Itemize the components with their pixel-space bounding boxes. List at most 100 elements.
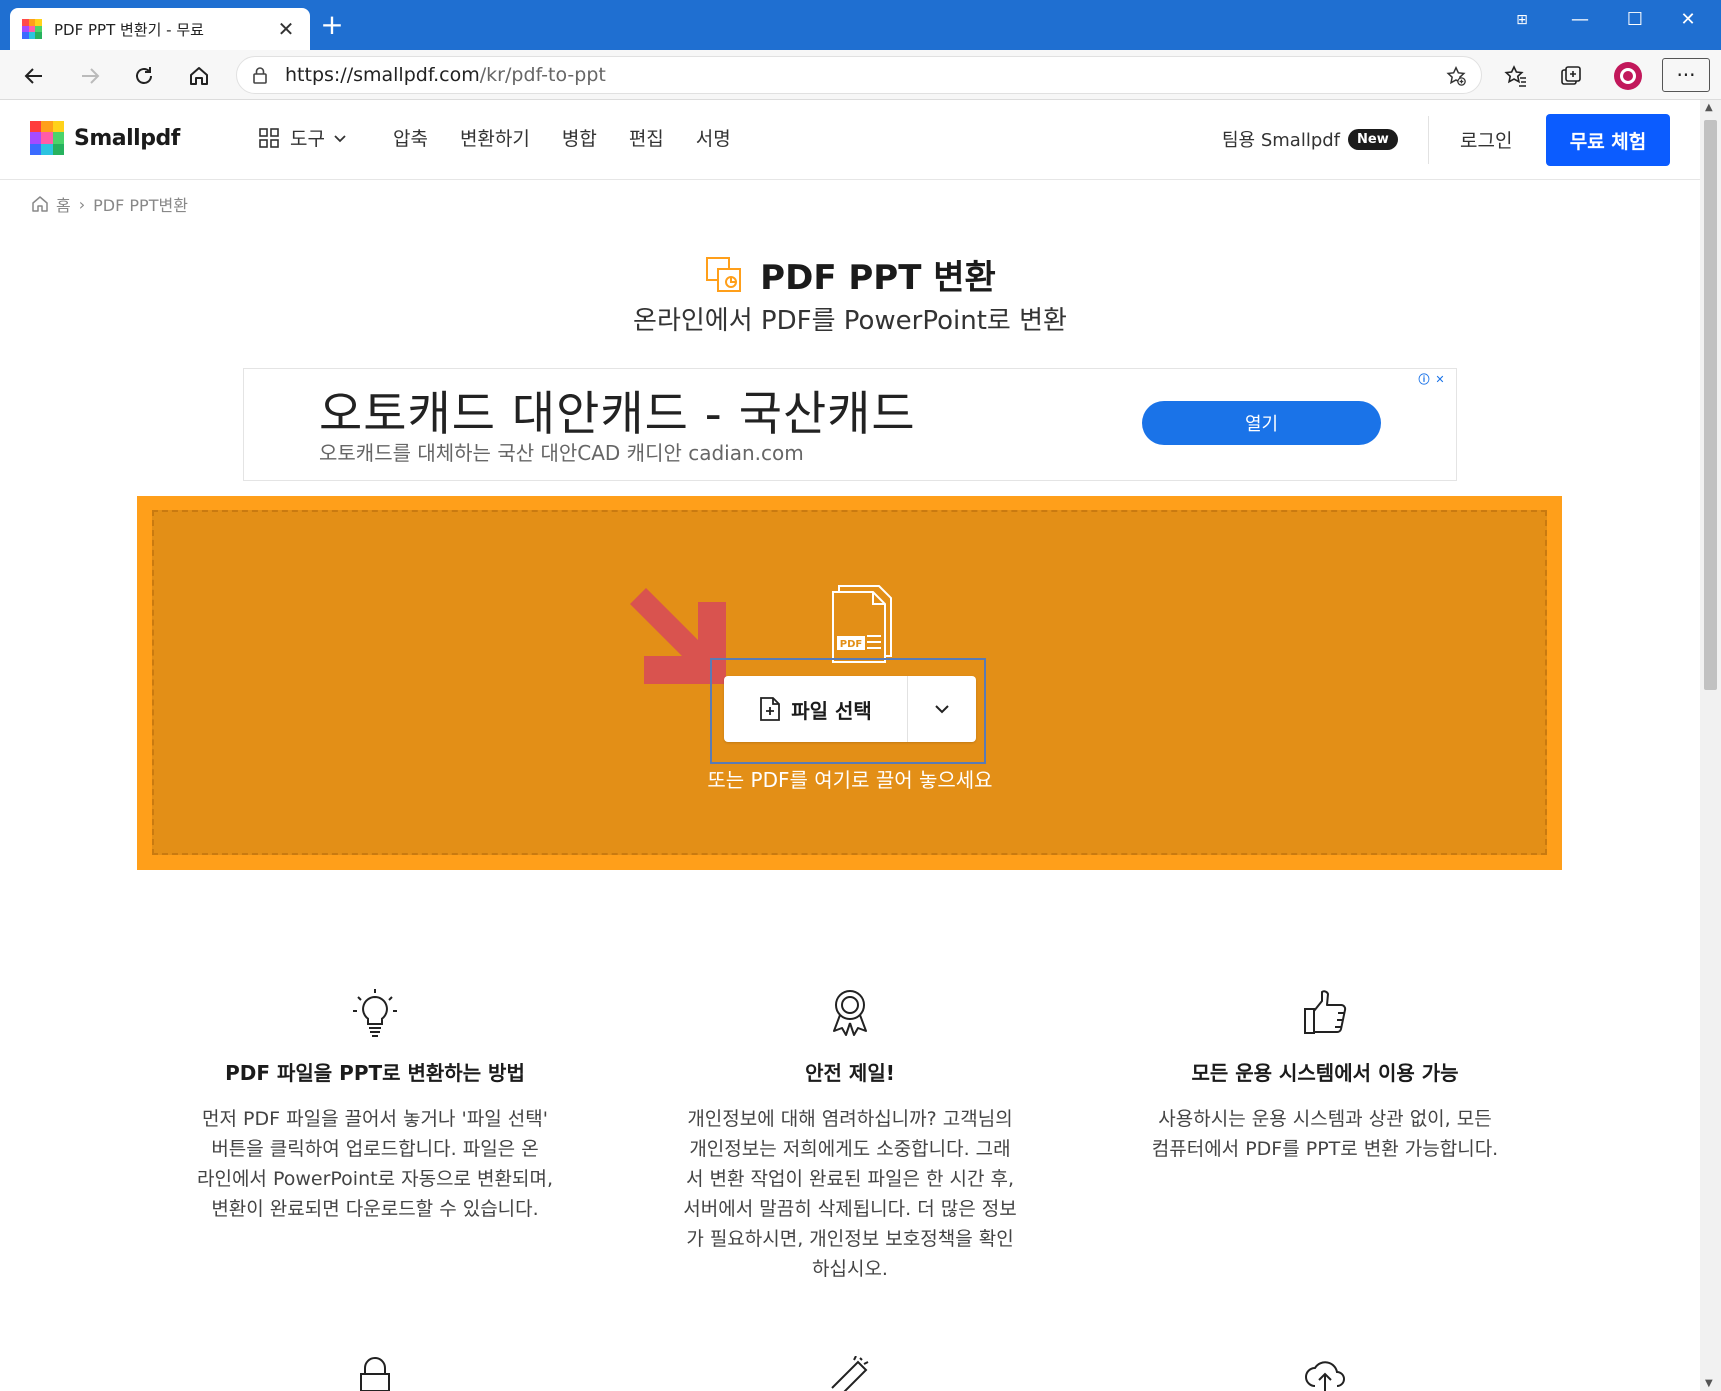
url-host: https://smallpdf.com xyxy=(285,64,480,86)
lock-icon xyxy=(360,1357,390,1391)
browser-titlebar: PDF PPT 변환기 - 무료 ✕ + ⊞ — ☐ ✕ xyxy=(0,0,1721,50)
login-link[interactable]: 로그인 xyxy=(1460,126,1512,153)
browser-tab[interactable]: PDF PPT 변환기 - 무료 ✕ xyxy=(10,8,310,50)
feature-title: 안전 제일! xyxy=(805,1061,895,1085)
site-header: Smallpdf 도구 압축 변환하기 병합 편집 서명 팀용 Smallpdf… xyxy=(0,100,1700,180)
page-title-row: PDF PPT 변환 xyxy=(0,250,1700,299)
back-arrow-icon xyxy=(24,68,42,84)
tab-title: PDF PPT 변환기 - 무료 xyxy=(54,20,204,39)
feature-line: 사용하시는 운용 시스템과 상관 없이, 모든 xyxy=(1158,1108,1492,1130)
page-subtitle: 온라인에서 PDF를 PowerPoint로 변환 xyxy=(633,306,1067,336)
profile-avatar-icon xyxy=(1614,62,1642,90)
ad-info-icon[interactable]: ⓘ xyxy=(1416,371,1432,387)
grid-icon xyxy=(259,127,279,148)
team-smallpdf-link[interactable]: 팀용 Smallpdf New xyxy=(1222,126,1398,152)
drop-hint-text: 또는 PDF를 여기로 끌어 놓으세요 xyxy=(707,768,993,792)
browser-menu-button[interactable]: ··· xyxy=(1662,58,1710,92)
collections-icon xyxy=(1561,66,1581,85)
feature-security: 안전 제일! 개인정보에 대해 염려하십니까? 고객님의 개인정보는 저희에게도… xyxy=(640,987,1060,1284)
ad-title[interactable]: 오토캐드 대안캐드 - 국산캐드 xyxy=(319,375,916,444)
collections-button[interactable] xyxy=(1555,60,1587,92)
logo-text: Smallpdf xyxy=(74,125,180,151)
new-badge: New xyxy=(1348,128,1398,150)
smallpdf-favicon xyxy=(22,19,42,39)
feature-how-to: PDF 파일을 PPT로 변환하는 방법 먼저 PDF 파일을 끌어서 놓거나 … xyxy=(165,987,585,1224)
advertisement-banner[interactable]: 오토캐드 대안캐드 - 국산캐드 오토캐드를 대체하는 국산 대안CAD 캐디안… xyxy=(243,368,1457,481)
feature-description: 개인정보에 대해 염려하십니까? 고객님의 개인정보는 저희에게도 소중합니다.… xyxy=(640,1104,1060,1284)
main-nav: 도구 압축 변환하기 병합 편집 서명 xyxy=(258,124,763,151)
page-scrollbar[interactable]: ▲ ▼ xyxy=(1700,100,1721,1391)
pdf-to-ppt-icon xyxy=(706,256,742,292)
award-icon xyxy=(833,990,867,1036)
feature-line: 개인정보에 대해 염려하십니까? 고객님의 xyxy=(687,1108,1013,1130)
url-text: https://smallpdf.com/kr/pdf-to-ppt xyxy=(285,64,606,86)
feature-line: 변환이 완료되면 다운로드할 수 있습니다. xyxy=(211,1198,539,1220)
home-icon xyxy=(190,67,208,85)
feature-line: 서 변환 작업이 완료된 파일은 한 시간 후, xyxy=(686,1168,1014,1190)
scroll-down-icon[interactable]: ▼ xyxy=(1705,1378,1713,1389)
home-button[interactable] xyxy=(183,60,215,92)
breadcrumb: 홈 › PDF PPT변환 xyxy=(30,192,188,216)
feature-title: PDF 파일을 PPT로 변환하는 방법 xyxy=(225,1061,525,1085)
feature-line: 버튼을 클릭하여 업로드합니다. 파일은 온 xyxy=(211,1138,539,1160)
nav-tools-dropdown[interactable]: 도구 xyxy=(258,124,349,151)
page-title: PDF PPT 변환 xyxy=(760,258,996,298)
scrollbar-thumb[interactable] xyxy=(1704,120,1717,690)
add-favorite-icon[interactable] xyxy=(1445,65,1467,87)
free-trial-button[interactable]: 무료 체험 xyxy=(1546,114,1670,166)
breadcrumb-separator: › xyxy=(78,194,86,214)
breadcrumb-home[interactable]: 홈 xyxy=(56,192,71,216)
refresh-button[interactable] xyxy=(128,60,160,92)
nav-compress[interactable]: 압축 xyxy=(393,124,428,151)
add-file-icon xyxy=(760,697,781,721)
address-bar[interactable]: https://smallpdf.com/kr/pdf-to-ppt xyxy=(236,56,1482,94)
feature-line: 서버에서 말끔히 삭제됩니다. 더 많은 정보 xyxy=(683,1198,1017,1220)
forward-button[interactable] xyxy=(74,60,106,92)
tab-actions-icon[interactable]: ⊞ xyxy=(1502,6,1542,34)
feature-description: 사용하시는 운용 시스템과 상관 없이, 모든 컴퓨터에서 PDF를 PPT로 … xyxy=(1115,1104,1535,1164)
home-icon[interactable] xyxy=(30,194,50,214)
tab-close-icon[interactable]: ✕ xyxy=(274,17,298,41)
cloud-upload-icon xyxy=(1305,1361,1345,1391)
feature-line: 가 필요하시면, 개인정보 보호정책을 확인 xyxy=(686,1228,1014,1250)
feature-line: 하십시오. xyxy=(812,1258,888,1280)
feature-line: 먼저 PDF 파일을 끌어서 놓거나 '파일 선택' xyxy=(202,1108,548,1130)
profile-button[interactable] xyxy=(1612,60,1644,92)
minimize-button[interactable]: — xyxy=(1560,6,1600,34)
forward-arrow-icon xyxy=(82,68,100,84)
nav-tools-label: 도구 xyxy=(290,128,325,150)
refresh-icon xyxy=(136,67,152,84)
pdf-documents-icon: PDF xyxy=(832,585,892,663)
feature-line: 라인에서 PowerPoint로 자동으로 변환되며, xyxy=(196,1168,554,1190)
new-tab-button[interactable]: + xyxy=(318,11,346,40)
lock-icon xyxy=(253,67,267,84)
nav-sign[interactable]: 서명 xyxy=(696,124,731,151)
favorites-button[interactable] xyxy=(1500,60,1532,92)
nav-merge[interactable]: 병합 xyxy=(562,124,597,151)
choose-file-label: 파일 선택 xyxy=(791,698,872,723)
page-viewport: Smallpdf 도구 압축 변환하기 병합 편집 서명 팀용 Smallpdf… xyxy=(0,100,1700,1391)
lightbulb-icon xyxy=(353,989,397,1037)
choose-file-button[interactable]: 파일 선택 xyxy=(724,676,908,742)
team-label: 팀용 Smallpdf xyxy=(1222,130,1341,151)
maximize-button[interactable]: ☐ xyxy=(1615,6,1655,34)
close-window-button[interactable]: ✕ xyxy=(1668,6,1708,34)
scroll-up-icon[interactable]: ▲ xyxy=(1705,102,1713,113)
ad-close-icon[interactable]: ✕ xyxy=(1432,371,1448,387)
choose-file-button-group[interactable]: 파일 선택 xyxy=(724,676,976,742)
upload-source-dropdown[interactable] xyxy=(908,676,976,742)
nav-edit[interactable]: 편집 xyxy=(629,124,664,151)
feature-line: 컴퓨터에서 PDF를 PPT로 변환 가능합니다. xyxy=(1151,1138,1499,1160)
chevron-down-icon xyxy=(935,705,949,714)
magic-wand-icon xyxy=(831,1356,869,1391)
nav-convert[interactable]: 변환하기 xyxy=(460,124,530,151)
back-button[interactable] xyxy=(18,60,50,92)
breadcrumb-current: PDF PPT변환 xyxy=(93,196,188,215)
favorites-icon xyxy=(1504,65,1526,87)
ad-open-button[interactable]: 열기 xyxy=(1142,401,1381,445)
smallpdf-logo[interactable]: Smallpdf xyxy=(30,121,180,155)
url-path: /kr/pdf-to-ppt xyxy=(479,64,606,86)
pdf-badge-text: PDF xyxy=(840,639,862,650)
feature-line: 개인정보는 저희에게도 소중합니다. 그래 xyxy=(689,1138,1011,1160)
ad-description[interactable]: 오토캐드를 대체하는 국산 대안CAD 캐디안 cadian.com xyxy=(319,437,804,466)
